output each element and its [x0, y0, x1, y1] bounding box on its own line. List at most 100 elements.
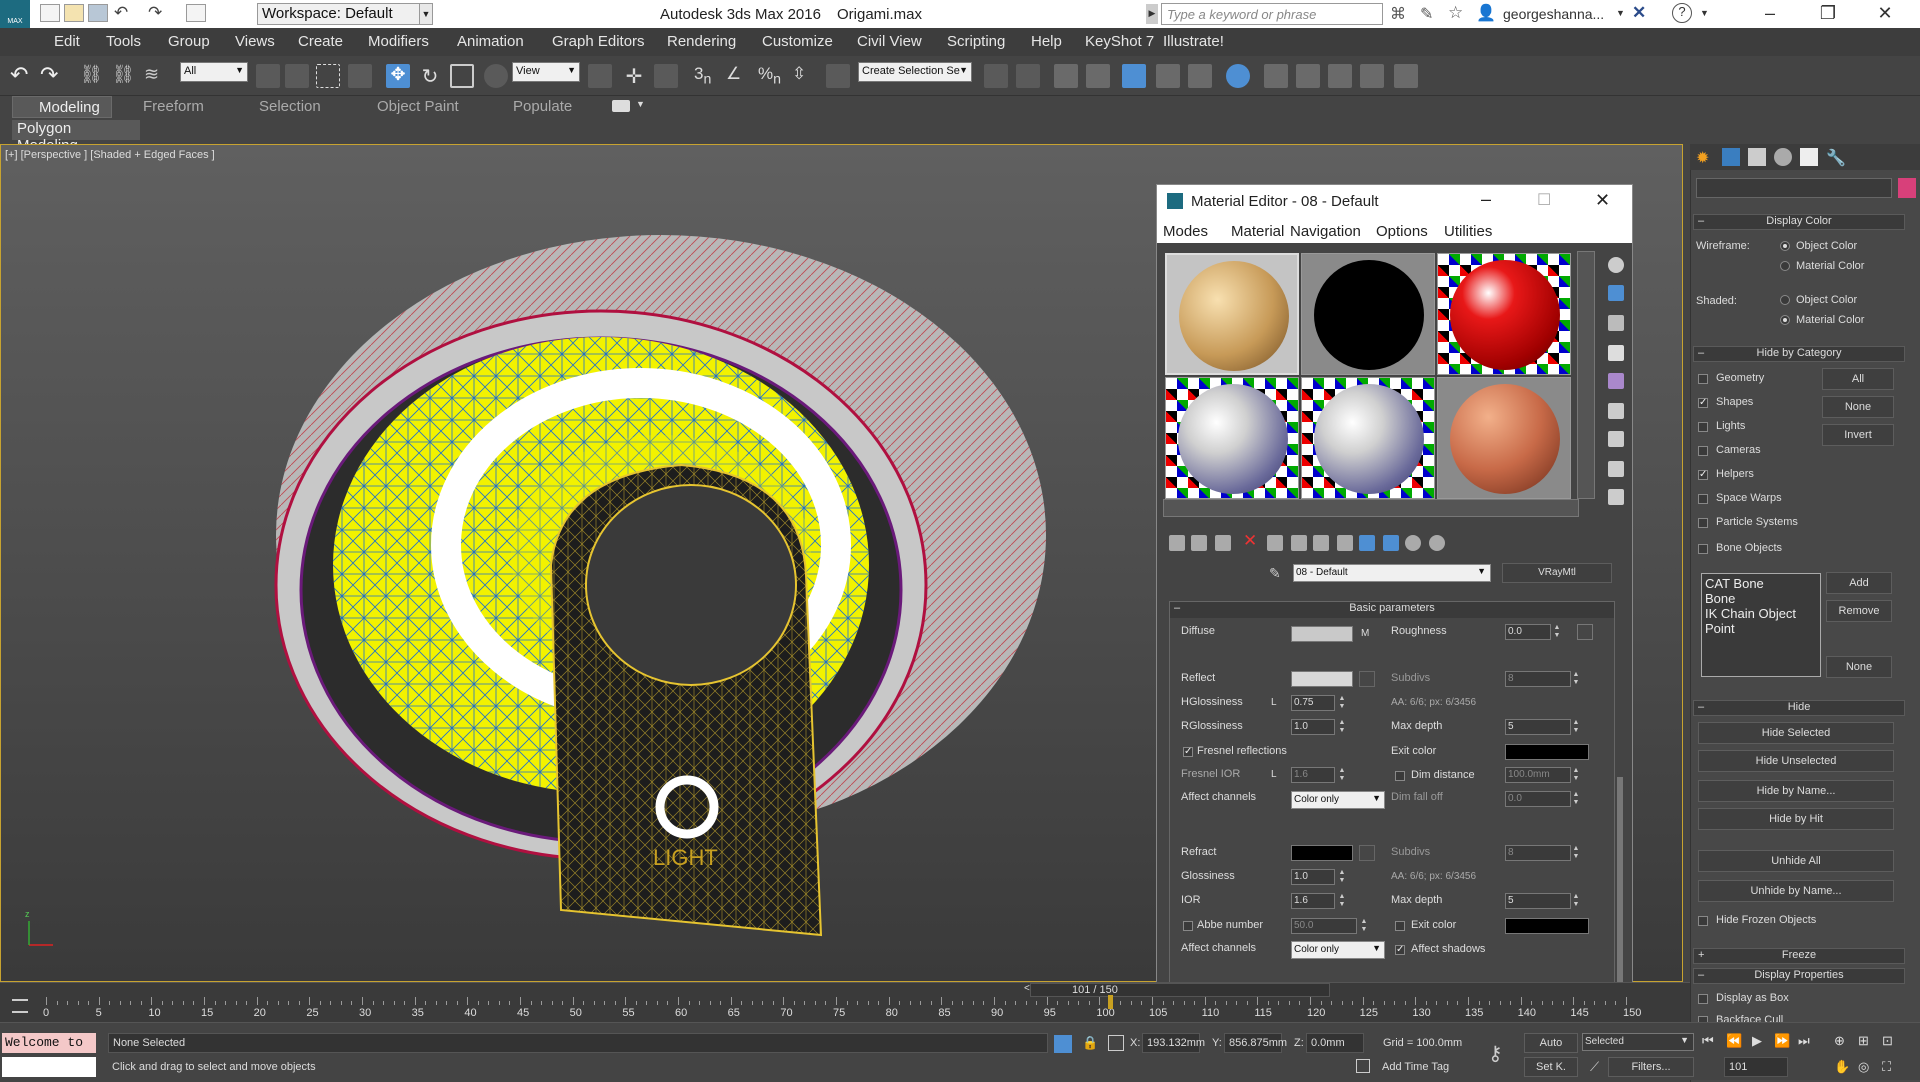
hide-rollout[interactable]: – Hide [1693, 700, 1905, 716]
menu-item-scripting[interactable]: Scripting [947, 33, 1005, 50]
freeze-rollout[interactable]: + Freeze [1693, 948, 1905, 964]
menu-item-animation[interactable]: Animation [457, 33, 524, 50]
material-type-button[interactable]: VRayMtl [1502, 563, 1612, 583]
ribbon-options-button[interactable] [612, 100, 630, 112]
reset-map-icon[interactable]: ✕ [1243, 531, 1257, 551]
material-name-dropdown[interactable]: 08 - Default ▼ [1293, 564, 1491, 582]
hgloss-lock-button[interactable]: L [1271, 697, 1277, 708]
play-icon[interactable]: ▶ [1752, 1033, 1762, 1049]
go-to-end-icon[interactable]: ⏭ [1798, 1033, 1810, 1049]
basic-params-header[interactable]: Basic parameters [1170, 602, 1614, 618]
menu-item-civil-view[interactable]: Civil View [857, 33, 922, 50]
material-navigator-icon[interactable] [1608, 489, 1624, 505]
go-forward-icon[interactable] [1429, 535, 1445, 551]
material-slot-1[interactable] [1165, 253, 1299, 375]
go-to-start-icon[interactable]: ⏮ [1702, 1033, 1714, 1049]
abbe-checkbox[interactable] [1183, 921, 1193, 931]
category-spacewarps-checkbox[interactable] [1698, 494, 1708, 504]
filters-button[interactable]: Filters... [1608, 1057, 1694, 1077]
dim-distance-checkbox[interactable] [1395, 771, 1405, 781]
timeline-menu-icon[interactable] [12, 999, 28, 1013]
hgloss-spinner[interactable]: ▲ ▼ [1337, 695, 1347, 711]
me-minimize-button[interactable]: – [1481, 189, 1491, 210]
reflect-maxdepth-spinner[interactable]: ▲ ▼ [1571, 719, 1581, 735]
current-frame-field[interactable]: 101 [1724, 1057, 1788, 1077]
named-selection-dropdown[interactable]: Create Selection Se ▼ [858, 62, 972, 82]
maxscript-listener[interactable]: Welcome to [2, 1033, 96, 1053]
pivot-center-icon[interactable] [588, 64, 612, 88]
diffuse-map-button[interactable]: M [1361, 628, 1369, 639]
user-dropdown-icon[interactable]: ▼ [1616, 8, 1625, 18]
spinner-snap-icon[interactable]: ⇳ [792, 64, 806, 84]
exit-color-swatch[interactable] [1505, 744, 1589, 760]
list-item[interactable]: Bone [1705, 591, 1817, 606]
tab-populate[interactable]: Populate [513, 98, 572, 115]
sample-type-icon[interactable] [1608, 257, 1624, 273]
me-menu-utilities[interactable]: Utilities [1444, 223, 1492, 240]
refract-map-button[interactable] [1359, 845, 1375, 861]
glossiness-spinner[interactable]: ▲ ▼ [1337, 869, 1347, 885]
category-helpers-checkbox[interactable]: ✓ [1698, 470, 1708, 480]
help-icon[interactable]: ? [1672, 3, 1692, 23]
diffuse-color-swatch[interactable] [1291, 626, 1353, 642]
category-lights-checkbox[interactable] [1698, 422, 1708, 432]
mirror-icon[interactable] [984, 64, 1008, 88]
roughness-field[interactable]: 0.0 [1505, 624, 1551, 640]
none-button[interactable]: None [1822, 396, 1894, 418]
render-active-icon[interactable] [1360, 64, 1384, 88]
wire-object-color-radio[interactable] [1780, 241, 1790, 251]
remove-button[interactable]: Remove [1826, 600, 1892, 622]
ribbon-options-chevron-icon[interactable]: ▼ [636, 99, 645, 109]
make-preview-icon[interactable] [1608, 403, 1624, 419]
object-name-field[interactable] [1696, 178, 1892, 198]
options-icon[interactable] [1608, 431, 1624, 447]
menu-item-keyshot[interactable]: KeyShot 7 [1085, 33, 1154, 50]
me-maximize-button[interactable]: ☐ [1537, 190, 1551, 210]
fresnel-ior-lock-button[interactable]: L [1271, 769, 1277, 780]
app-logo[interactable]: MAX [0, 0, 30, 28]
save-icon[interactable] [88, 4, 108, 22]
search-expand[interactable]: ▶ [1146, 4, 1158, 24]
auto-key-button[interactable]: Auto [1524, 1033, 1578, 1053]
bind-spacewarp-icon[interactable]: ≋ [144, 64, 159, 85]
timeline-ruler[interactable]: 0 5 10 15 20 25 30 35 40 45 50 55 60 65 70 75 80 85 90 95 10… [43, 995, 1686, 1023]
background-icon[interactable] [1608, 315, 1624, 331]
display-as-box-checkbox[interactable] [1698, 994, 1708, 1004]
next-frame-icon[interactable]: ⏩ [1774, 1033, 1790, 1049]
menu-item-create[interactable]: Create [298, 33, 343, 50]
ior-field[interactable]: 1.6 [1291, 893, 1335, 909]
z-coordinate-field[interactable]: 0.0mm [1306, 1033, 1364, 1053]
material-slot-2[interactable] [1301, 253, 1435, 375]
hide-by-name-button[interactable]: Hide by Name... [1698, 780, 1894, 802]
set-key-button[interactable]: Set K. [1524, 1057, 1578, 1077]
render-cloud-icon[interactable] [1394, 64, 1418, 88]
hide-frozen-checkbox[interactable] [1698, 916, 1708, 926]
unhide-by-name-button[interactable]: Unhide by Name... [1698, 880, 1894, 902]
material-slot-3[interactable] [1437, 253, 1571, 375]
slots-vscroll[interactable] [1577, 251, 1595, 499]
rgloss-spinner[interactable]: ▲ ▼ [1337, 719, 1347, 735]
set-keys-icon[interactable]: ⟋ [1590, 1059, 1599, 1075]
select-by-material-icon[interactable] [1608, 461, 1624, 477]
rendered-frame-icon[interactable] [1296, 64, 1320, 88]
polygon-modeling-panel[interactable]: Polygon Modeling [12, 120, 140, 154]
redo-icon[interactable]: ↷ [148, 3, 162, 23]
add-time-tag-icon[interactable] [1356, 1059, 1370, 1073]
project-folder-icon[interactable] [186, 4, 206, 22]
user-icon[interactable]: 👤 [1476, 3, 1496, 23]
place-icon[interactable] [484, 64, 508, 88]
me-menu-material[interactable]: Material [1231, 223, 1284, 240]
help-dropdown-icon[interactable]: ▼ [1700, 8, 1709, 18]
object-color-swatch[interactable] [1898, 178, 1916, 198]
menu-item-illustrate[interactable]: Illustrate! [1163, 33, 1224, 50]
render-setup-icon[interactable] [1264, 64, 1288, 88]
tab-selection[interactable]: Selection [259, 98, 321, 115]
menu-item-tools[interactable]: Tools [106, 33, 141, 50]
zoom-icon[interactable]: ⊕ [1834, 1033, 1845, 1049]
motion-tab-icon[interactable] [1774, 148, 1792, 166]
category-shapes-checkbox[interactable]: ✓ [1698, 398, 1708, 408]
wire-material-color-radio[interactable] [1780, 261, 1790, 271]
select-manipulate-icon[interactable]: ✛ [622, 64, 646, 88]
tab-freeform[interactable]: Freeform [143, 98, 204, 115]
reflect-color-swatch[interactable] [1291, 671, 1353, 687]
